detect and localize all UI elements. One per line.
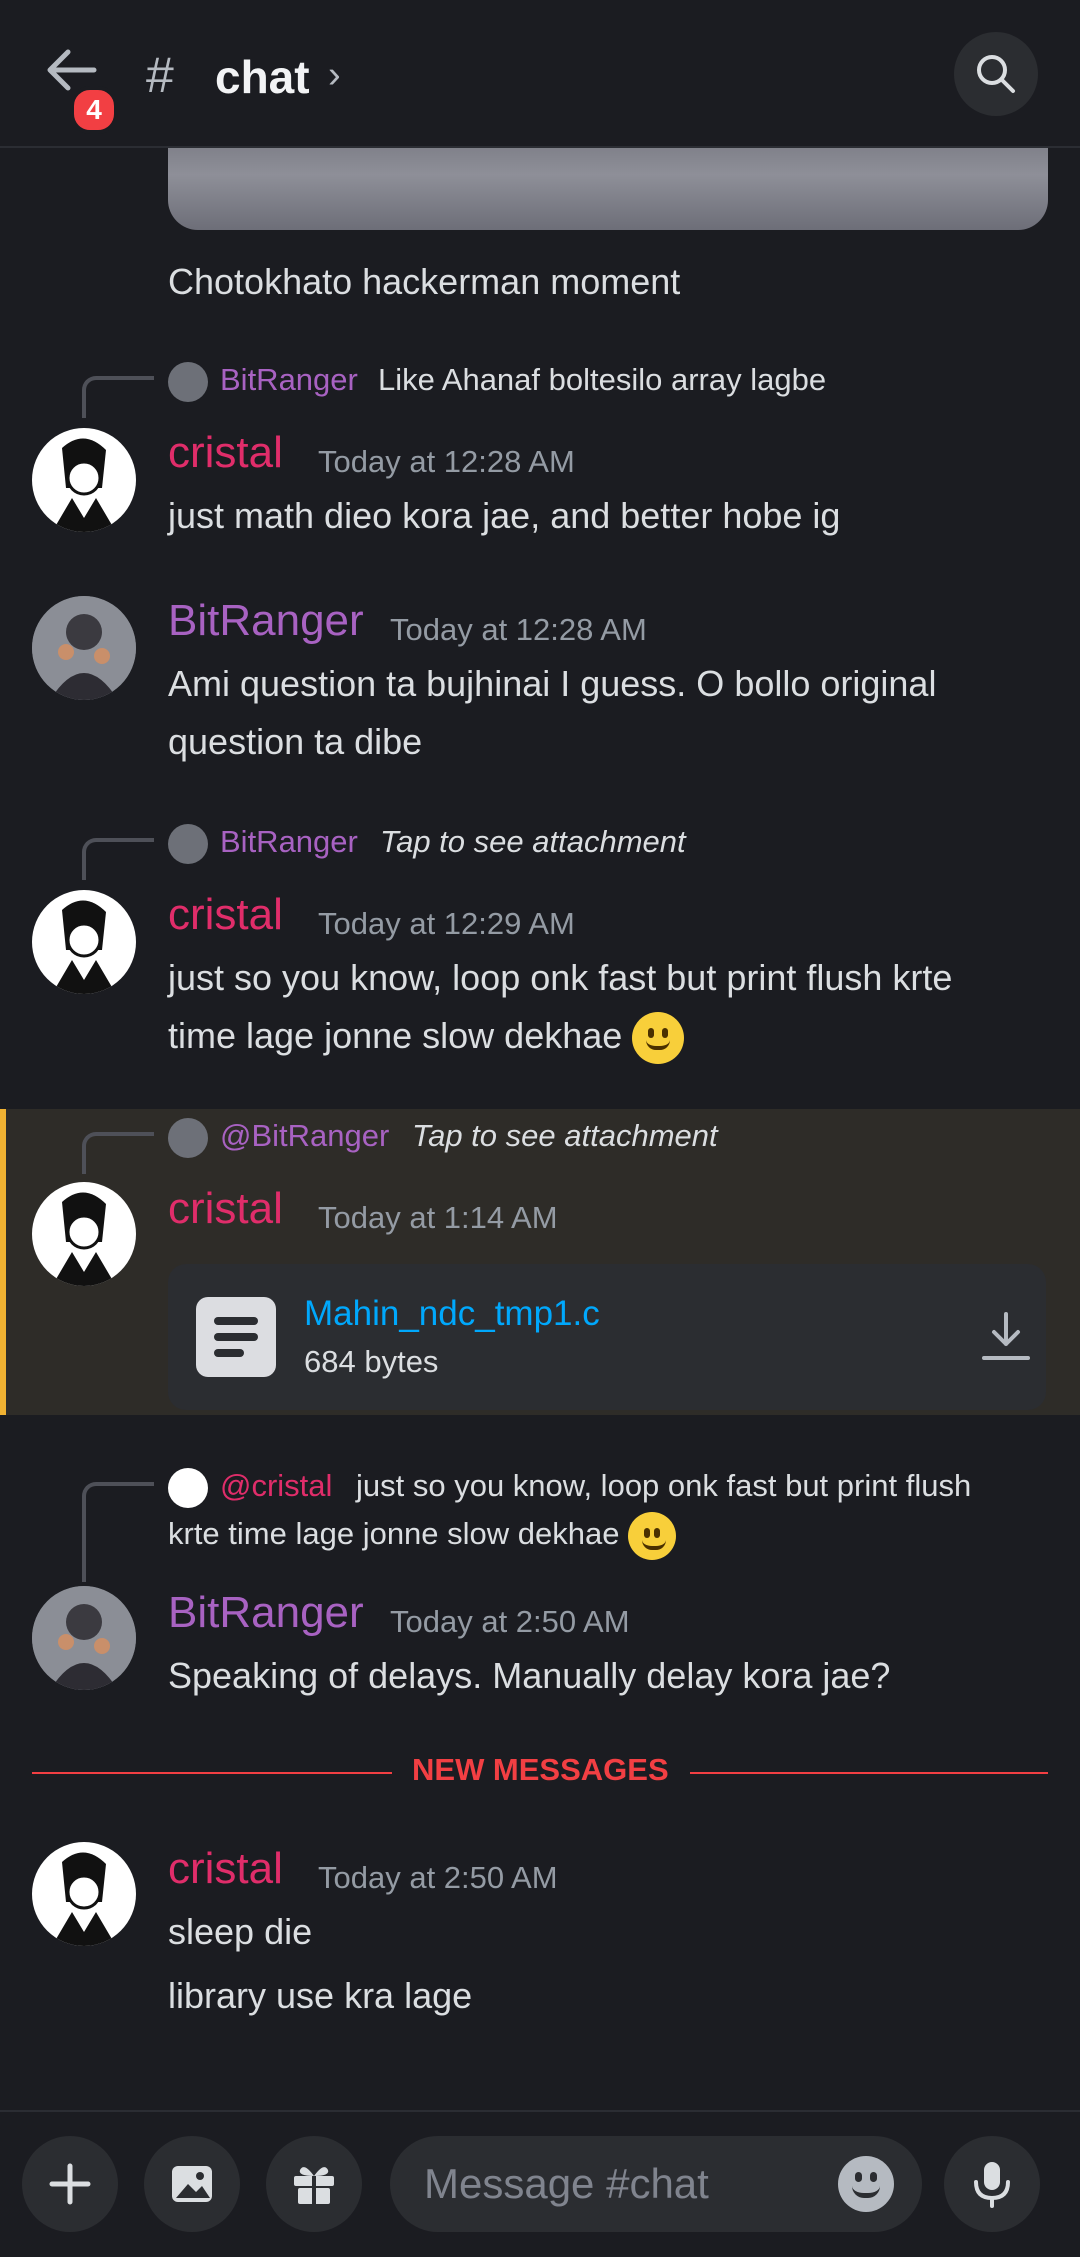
- reply-author[interactable]: BitRanger: [220, 824, 358, 860]
- message-timestamp: Today at 12:29 AM: [318, 906, 575, 941]
- message-author[interactable]: cristal: [168, 428, 283, 478]
- message-composer: Message #chat: [0, 2110, 1080, 2257]
- reply-connector: [82, 838, 154, 880]
- reply-avatar: [168, 1118, 208, 1158]
- message-author[interactable]: BitRanger: [168, 1588, 364, 1638]
- hash-icon: #: [146, 47, 174, 103]
- message-text: time lage jonne slow dekhae: [168, 1015, 623, 1056]
- avatar[interactable]: [32, 428, 136, 532]
- message-input[interactable]: Message #chat: [390, 2136, 922, 2232]
- message-text-line: time lage jonne slow dekhae: [168, 1008, 685, 1065]
- reply-avatar: [168, 824, 208, 864]
- message-text: Speaking of delays. Manually delay kora …: [168, 1655, 891, 1696]
- message-timestamp: Today at 1:14 AM: [318, 1200, 558, 1235]
- slight-smile-emoji-icon: [628, 1512, 677, 1560]
- slight-smile-emoji-icon: [632, 1012, 685, 1065]
- new-messages-divider-line: [690, 1772, 1048, 1774]
- file-attachment[interactable]: Mahin_ndc_tmp1.c 684 bytes: [168, 1264, 1046, 1410]
- reply-author[interactable]: BitRanger: [220, 362, 358, 398]
- message-text: Chotokhato hackerman moment: [168, 261, 681, 302]
- chevron-right-icon[interactable]: ›: [328, 54, 341, 97]
- add-button[interactable]: [22, 2136, 118, 2232]
- reply-preview: krte time lage jonne slow dekhae: [168, 1516, 620, 1552]
- reply-preview[interactable]: Like Ahanaf boltesilo array lagbe: [378, 362, 826, 398]
- message-timestamp: Today at 12:28 AM: [318, 444, 575, 479]
- reply-author[interactable]: @BitRanger: [220, 1118, 389, 1154]
- voice-button[interactable]: [944, 2136, 1040, 2232]
- reply-avatar: [168, 362, 208, 402]
- media-button[interactable]: [144, 2136, 240, 2232]
- unread-badge: 4: [70, 86, 118, 134]
- avatar[interactable]: [32, 890, 136, 994]
- download-icon[interactable]: [978, 1308, 1034, 1364]
- message-timestamp: Today at 12:28 AM: [390, 612, 647, 647]
- message-author[interactable]: cristal: [168, 890, 283, 940]
- message-author[interactable]: cristal: [168, 1184, 283, 1234]
- avatar[interactable]: [32, 1182, 136, 1286]
- search-icon: [977, 55, 1015, 93]
- reply-avatar: [168, 1468, 208, 1508]
- message-author[interactable]: BitRanger: [168, 596, 364, 646]
- message-text: library use kra lage: [168, 1975, 473, 2016]
- microphone-icon: [974, 2162, 1010, 2208]
- reply-preview-line[interactable]: krte time lage jonne slow dekhae: [168, 1512, 677, 1560]
- file-icon: [196, 1297, 276, 1377]
- gift-button[interactable]: [266, 2136, 362, 2232]
- gift-icon: [294, 2167, 334, 2204]
- plus-icon: [49, 2163, 91, 2205]
- avatar[interactable]: [32, 1842, 136, 1946]
- message-timestamp: Today at 2:50 AM: [390, 1604, 630, 1639]
- back-button[interactable]: 4: [44, 40, 118, 134]
- reply-preview[interactable]: Tap to see attachment: [380, 824, 686, 860]
- search-button[interactable]: [954, 32, 1038, 116]
- message-text: Ami question ta bujhinai I guess. O boll…: [168, 663, 937, 704]
- channel-header: 4 # chat ›: [0, 0, 1080, 148]
- avatar[interactable]: [32, 596, 136, 700]
- reply-preview[interactable]: Tap to see attachment: [412, 1118, 718, 1154]
- image-attachment-partial[interactable]: [168, 148, 1048, 230]
- avatar[interactable]: [32, 1586, 136, 1690]
- new-messages-divider-line: [32, 1772, 392, 1774]
- new-messages-label: NEW MESSAGES: [412, 1752, 669, 1787]
- message-text: sleep die: [168, 1911, 313, 1952]
- reply-preview[interactable]: just so you know, loop onk fast but prin…: [356, 1468, 971, 1504]
- message-text: question ta dibe: [168, 721, 423, 762]
- message-author[interactable]: cristal: [168, 1844, 283, 1894]
- message-input-placeholder: Message #chat: [424, 2160, 709, 2207]
- image-icon: [172, 2166, 212, 2202]
- emoji-icon[interactable]: [838, 2156, 894, 2212]
- reply-author[interactable]: @cristal: [220, 1468, 332, 1504]
- message-feed[interactable]: Chotokhato hackerman moment BitRanger Li…: [0, 148, 1080, 2110]
- message-text: just math dieo kora jae, and better hobe…: [168, 495, 841, 536]
- message-timestamp: Today at 2:50 AM: [318, 1860, 558, 1895]
- reply-connector: [82, 376, 154, 418]
- file-size: 684 bytes: [304, 1344, 439, 1379]
- message-text: just so you know, loop onk fast but prin…: [168, 957, 953, 998]
- file-name-link[interactable]: Mahin_ndc_tmp1.c: [304, 1294, 600, 1334]
- reply-connector: [82, 1482, 154, 1582]
- channel-title[interactable]: chat: [215, 50, 310, 104]
- reply-connector: [82, 1132, 154, 1174]
